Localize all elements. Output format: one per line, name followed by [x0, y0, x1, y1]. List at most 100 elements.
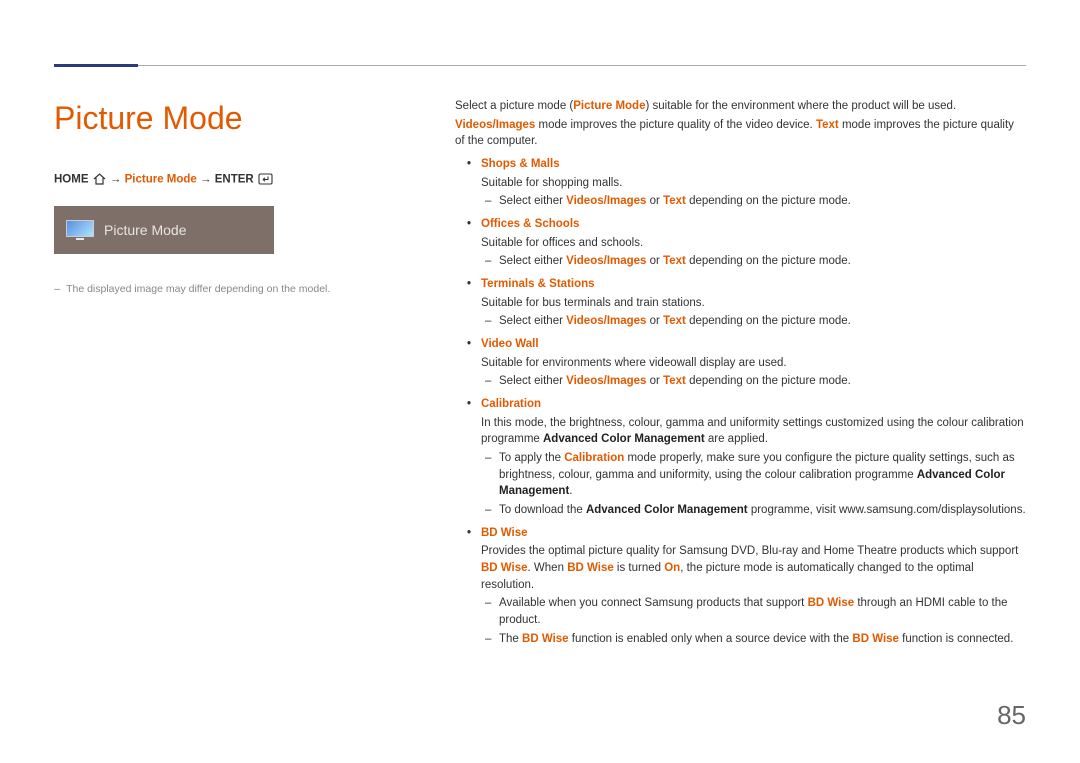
- page-title: Picture Mode: [54, 95, 384, 141]
- text: depending on the picture mode.: [686, 315, 851, 327]
- disclaimer-text: The displayed image may differ depending…: [66, 283, 330, 295]
- mode-sub: ‒ The BD Wise function is enabled only w…: [481, 631, 1026, 648]
- text: Available when you connect Samsung produ…: [499, 597, 808, 609]
- videos-images-hl: Videos/Images: [455, 119, 535, 131]
- text: Select either: [499, 375, 566, 387]
- mode-sub: ‒ Select either Videos/Images or Text de…: [481, 193, 1026, 210]
- ui-preview: Picture Mode: [54, 206, 274, 254]
- bullet-icon: •: [467, 396, 471, 413]
- on-hl: On: [664, 562, 680, 574]
- mode-bdwise: • BD Wise Provides the optimal picture q…: [455, 525, 1026, 648]
- mode-list: • Shops & Malls Suitable for shopping ma…: [455, 156, 1026, 647]
- bullet-icon: •: [467, 525, 471, 542]
- bdwise-hl: BD Wise: [567, 562, 614, 574]
- top-rule: [54, 65, 1026, 66]
- bullet-icon: •: [467, 156, 471, 173]
- mode-desc: Suitable for bus terminals and train sta…: [481, 295, 1026, 312]
- text-hl: Text: [663, 195, 686, 207]
- text-hl: Text: [663, 375, 686, 387]
- text: or: [646, 375, 663, 387]
- intro-line-1: Select a picture mode (Picture Mode) sui…: [455, 98, 1026, 115]
- text: To apply the: [499, 452, 564, 464]
- monitor-icon: [66, 220, 94, 240]
- mode-shops: • Shops & Malls Suitable for shopping ma…: [455, 156, 1026, 210]
- dash-icon: ‒: [485, 502, 491, 519]
- mode-videowall: • Video Wall Suitable for environments w…: [455, 336, 1026, 390]
- bullet-icon: •: [467, 216, 471, 233]
- mode-desc: In this mode, the brightness, colour, ga…: [481, 415, 1026, 448]
- text: .: [569, 485, 572, 497]
- text: mode improves the picture quality of the…: [535, 119, 816, 131]
- mode-desc: Provides the optimal picture quality for…: [481, 543, 1026, 593]
- section-accent: [54, 64, 138, 67]
- mode-offices: • Offices & Schools Suitable for offices…: [455, 216, 1026, 270]
- mode-sub: ‒ Select either Videos/Images or Text de…: [481, 313, 1026, 330]
- bullet-icon: •: [467, 276, 471, 293]
- mode-sub: ‒ To apply the Calibration mode properly…: [481, 450, 1026, 500]
- dash-icon: ‒: [485, 631, 491, 648]
- text: programme, visit www.samsung.com/display…: [748, 504, 1026, 516]
- videos-images-hl: Videos/Images: [566, 195, 646, 207]
- page-number: 85: [997, 697, 1026, 735]
- text: Select a picture mode (: [455, 100, 573, 112]
- right-column: Select a picture mode (Picture Mode) sui…: [455, 98, 1026, 647]
- dash-icon: ‒: [485, 450, 491, 467]
- disclaimer: ― The displayed image may differ dependi…: [54, 282, 384, 297]
- mode-desc: Suitable for offices and schools.: [481, 235, 1026, 252]
- picture-mode-hl: Picture Mode: [573, 100, 645, 112]
- mode-name: BD Wise: [481, 525, 1026, 542]
- mode-sub: ‒ To download the Advanced Color Managem…: [481, 502, 1026, 519]
- intro-line-2: Videos/Images mode improves the picture …: [455, 117, 1026, 150]
- mode-calibration: • Calibration In this mode, the brightne…: [455, 396, 1026, 519]
- videos-images-hl: Videos/Images: [566, 375, 646, 387]
- text: Select either: [499, 195, 566, 207]
- text: are applied.: [705, 433, 768, 445]
- home-icon: [93, 171, 106, 188]
- mode-name: Video Wall: [481, 336, 1026, 353]
- bdwise-hl: BD Wise: [481, 562, 528, 574]
- text-hl: Text: [816, 119, 839, 131]
- preview-label: Picture Mode: [104, 220, 186, 240]
- bullet-icon: •: [467, 336, 471, 353]
- text: function is enabled only when a source d…: [569, 633, 853, 645]
- bdwise-hl: BD Wise: [852, 633, 899, 645]
- mode-name: Offices & Schools: [481, 216, 1026, 233]
- dash-icon: ‒: [485, 373, 491, 390]
- acm-bold: Advanced Color Management: [543, 433, 705, 445]
- text-hl: Text: [663, 255, 686, 267]
- mode-sub: ‒ Select either Videos/Images or Text de…: [481, 253, 1026, 270]
- videos-images-hl: Videos/Images: [566, 315, 646, 327]
- mode-sub: ‒ Select either Videos/Images or Text de…: [481, 373, 1026, 390]
- videos-images-hl: Videos/Images: [566, 255, 646, 267]
- text: Select either: [499, 315, 566, 327]
- text: The: [499, 633, 522, 645]
- text-hl: Text: [663, 315, 686, 327]
- dash-icon: ‒: [485, 313, 491, 330]
- text: depending on the picture mode.: [686, 195, 851, 207]
- text: depending on the picture mode.: [686, 375, 851, 387]
- dash-icon: ‒: [485, 253, 491, 270]
- breadcrumb-arrow-1: →: [110, 174, 125, 186]
- text: depending on the picture mode.: [686, 255, 851, 267]
- mode-name: Shops & Malls: [481, 156, 1026, 173]
- dash-icon: ‒: [485, 595, 491, 612]
- dash-icon: ‒: [485, 193, 491, 210]
- text: or: [646, 255, 663, 267]
- breadcrumb-picture-mode: Picture Mode: [125, 174, 197, 186]
- text: . When: [528, 562, 568, 574]
- text: or: [646, 195, 663, 207]
- enter-icon: [258, 171, 273, 188]
- acm-bold: Advanced Color Management: [586, 504, 748, 516]
- text: function is connected.: [899, 633, 1013, 645]
- mode-name: Terminals & Stations: [481, 276, 1026, 293]
- mode-terminals: • Terminals & Stations Suitable for bus …: [455, 276, 1026, 330]
- breadcrumb: HOME → Picture Mode → ENTER: [54, 171, 384, 188]
- text: or: [646, 315, 663, 327]
- mode-desc: Suitable for environments where videowal…: [481, 355, 1026, 372]
- bdwise-hl: BD Wise: [808, 597, 855, 609]
- text: ) suitable for the environment where the…: [645, 100, 956, 112]
- calibration-hl: Calibration: [564, 452, 624, 464]
- mode-sub: ‒ Available when you connect Samsung pro…: [481, 595, 1026, 628]
- mode-desc: Suitable for shopping malls.: [481, 175, 1026, 192]
- breadcrumb-arrow-2: →: [200, 174, 215, 186]
